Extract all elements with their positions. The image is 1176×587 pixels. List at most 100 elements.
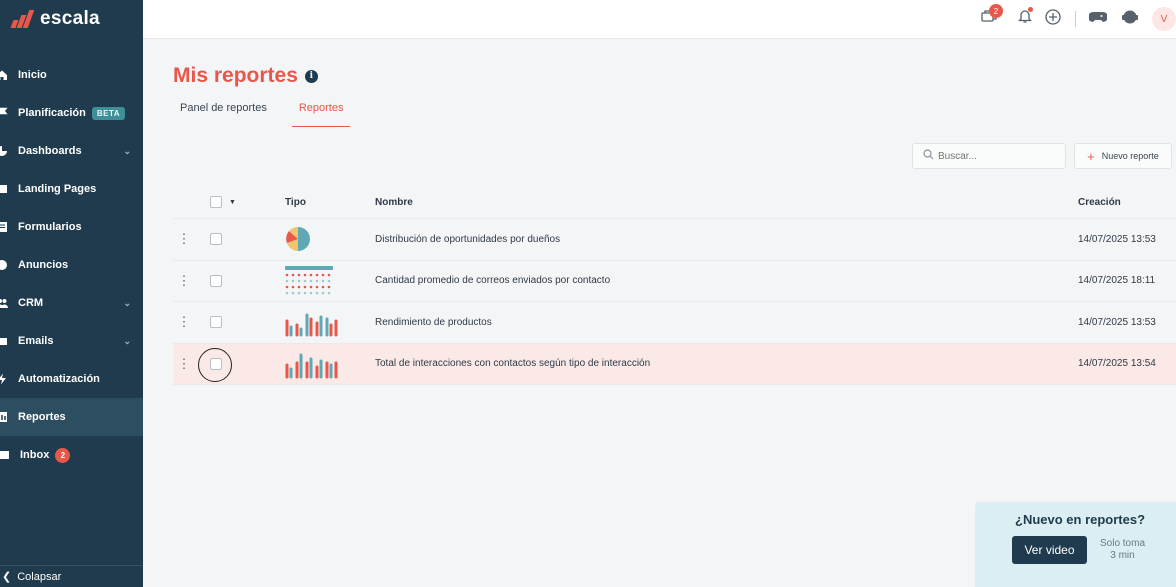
- sidebar-item-label: Dashboards: [18, 145, 82, 157]
- sidebar-item-label: Formularios: [18, 221, 82, 233]
- table-row[interactable]: ⋮ Total de interacciones con contactos s…: [173, 343, 1176, 385]
- tab-reportes[interactable]: Reportes: [291, 102, 351, 127]
- inbox-count-badge: 2: [55, 447, 71, 463]
- page-title: Mis reportes i: [173, 64, 318, 88]
- report-name[interactable]: Total de interacciones con contactos seg…: [375, 358, 1078, 369]
- sidebar-item-landing-pages[interactable]: Landing Pages: [0, 170, 143, 208]
- collapse-button[interactable]: ❮ Colapsar: [0, 565, 143, 587]
- info-icon[interactable]: i: [304, 69, 318, 83]
- row-menu-icon[interactable]: ⋮: [173, 356, 195, 372]
- report-name[interactable]: Distribución de oportunidades por dueños: [375, 234, 1078, 245]
- collapse-label: Colapsar: [17, 570, 62, 583]
- table-header: ▼ Tipo Nombre Creación: [173, 186, 1176, 219]
- sidebar-item-label: Emails: [18, 335, 54, 347]
- notifications-button[interactable]: [1011, 6, 1039, 32]
- search-input[interactable]: [938, 150, 1048, 162]
- cursor-highlight: [198, 347, 232, 382]
- report-created: 14/07/2025 18:11: [1078, 275, 1156, 287]
- logo-text: escala: [40, 8, 100, 29]
- topbar-divider: [1075, 11, 1076, 27]
- form-icon: [0, 221, 8, 233]
- pie-chart-icon: [247, 226, 375, 252]
- sidebar-item-planificacion[interactable]: Planificación BETA: [0, 94, 143, 132]
- table-row[interactable]: ⋮ Distribución de oportunidades por dueñ…: [173, 219, 1176, 261]
- chat-button[interactable]: 2: [975, 4, 1003, 32]
- sidebar-item-label: Automatización: [18, 373, 100, 385]
- report-created: 14/07/2025 13:54: [1078, 358, 1156, 370]
- support-button[interactable]: [1116, 6, 1144, 32]
- row-checkbox[interactable]: [210, 316, 222, 329]
- bar-chart-icon: [247, 307, 375, 337]
- sidebar-item-inbox[interactable]: Inbox 2: [0, 436, 143, 474]
- sidebar-item-formularios[interactable]: Formularios: [0, 208, 143, 246]
- promo-note: Solo toma 3 min: [1099, 538, 1146, 561]
- table-row[interactable]: ⋮ Cantidad promedio de correos enviados …: [173, 261, 1176, 302]
- report-created: 14/07/2025 13:53: [1078, 233, 1156, 245]
- add-button[interactable]: [1039, 6, 1067, 32]
- new-report-button[interactable]: + Nuevo reporte: [1074, 143, 1172, 169]
- page-icon: [0, 183, 8, 195]
- sidebar-item-label: Landing Pages: [18, 183, 97, 195]
- sidebar-item-label: CRM: [18, 297, 44, 309]
- chart-icon: [0, 145, 8, 157]
- beta-badge: BETA: [91, 106, 126, 120]
- sidebar-item-label: Inicio: [18, 69, 47, 81]
- report-name[interactable]: Rendimiento de productos: [375, 317, 1078, 328]
- header-created[interactable]: Creación: [1078, 197, 1176, 208]
- inbox-icon: [0, 449, 10, 461]
- sidebar-item-emails[interactable]: Emails ⌄: [0, 322, 143, 360]
- games-button[interactable]: [1084, 6, 1112, 32]
- topbar: 2 V: [143, 0, 1176, 39]
- sidebar-nav: Inicio Planificación BETA Dashboards ⌄ L…: [0, 56, 143, 474]
- page-title-text: Mis reportes: [173, 64, 298, 87]
- reports-table: ▼ Tipo Nombre Creación ⋮ Distribución de…: [173, 186, 1176, 385]
- report-created: 14/07/2025 13:53: [1078, 316, 1156, 328]
- sidebar-item-reportes[interactable]: Reportes: [0, 398, 143, 436]
- logo[interactable]: escala: [10, 8, 100, 30]
- sidebar-item-automatizacion[interactable]: Automatización: [0, 360, 143, 398]
- sidebar-item-label: Inbox: [20, 449, 50, 461]
- header-name: Nombre: [375, 196, 413, 208]
- search-box[interactable]: [912, 143, 1066, 169]
- main-content: Mis reportes i Panel de reportes Reporte…: [143, 40, 1176, 587]
- report-icon: [0, 411, 8, 423]
- table-row[interactable]: ⋮ Rendimiento de productos 14/07/2025 13…: [173, 302, 1176, 344]
- bolt-icon: [0, 373, 8, 385]
- users-icon: [0, 297, 8, 309]
- chevron-left-icon: ❮: [2, 571, 12, 583]
- row-menu-icon[interactable]: ⋮: [173, 231, 195, 247]
- sidebar-item-label: Anuncios: [18, 259, 69, 271]
- bar-chart-icon: [247, 349, 375, 379]
- tab-panel-de-reportes[interactable]: Panel de reportes: [173, 102, 274, 127]
- report-name[interactable]: Cantidad promedio de correos enviados po…: [375, 275, 1078, 286]
- sidebar-item-label: Planificación: [18, 107, 86, 119]
- support-icon: [1121, 9, 1139, 30]
- megaphone-icon: [0, 259, 8, 271]
- sidebar-item-anuncios[interactable]: Anuncios: [0, 246, 143, 284]
- header-type: Tipo: [285, 196, 306, 208]
- flag-icon: [0, 107, 8, 119]
- chevron-down-icon: ⌄: [123, 336, 131, 346]
- select-all-checkbox[interactable]: [210, 196, 222, 208]
- row-checkbox[interactable]: [210, 233, 222, 246]
- plus-icon: +: [1087, 148, 1095, 164]
- tabs: Panel de reportes Reportes: [173, 102, 368, 127]
- chevron-down-icon: ⌄: [123, 146, 131, 156]
- row-menu-icon[interactable]: ⋮: [173, 273, 195, 289]
- avatar[interactable]: V: [1152, 7, 1176, 31]
- sidebar-item-inicio[interactable]: Inicio: [0, 56, 143, 94]
- watch-video-button[interactable]: Ver video: [1012, 536, 1087, 564]
- logo-mark-icon: [10, 10, 36, 28]
- sidebar-item-dashboards[interactable]: Dashboards ⌄: [0, 132, 143, 170]
- bell-icon: [1017, 9, 1033, 29]
- sidebar-item-crm[interactable]: CRM ⌄: [0, 284, 143, 322]
- sidebar: escala Inicio Planificación BETA Dashboa…: [0, 0, 143, 587]
- caret-down-icon[interactable]: ▼: [229, 199, 236, 206]
- chat-count-badge: 2: [989, 4, 1003, 18]
- sidebar-item-label: Reportes: [18, 411, 66, 423]
- add-circle-icon: [1045, 8, 1061, 30]
- promo-title: ¿Nuevo en reportes?: [1015, 512, 1146, 527]
- row-checkbox[interactable]: [210, 274, 222, 287]
- mail-icon: [0, 335, 8, 347]
- row-menu-icon[interactable]: ⋮: [173, 314, 195, 330]
